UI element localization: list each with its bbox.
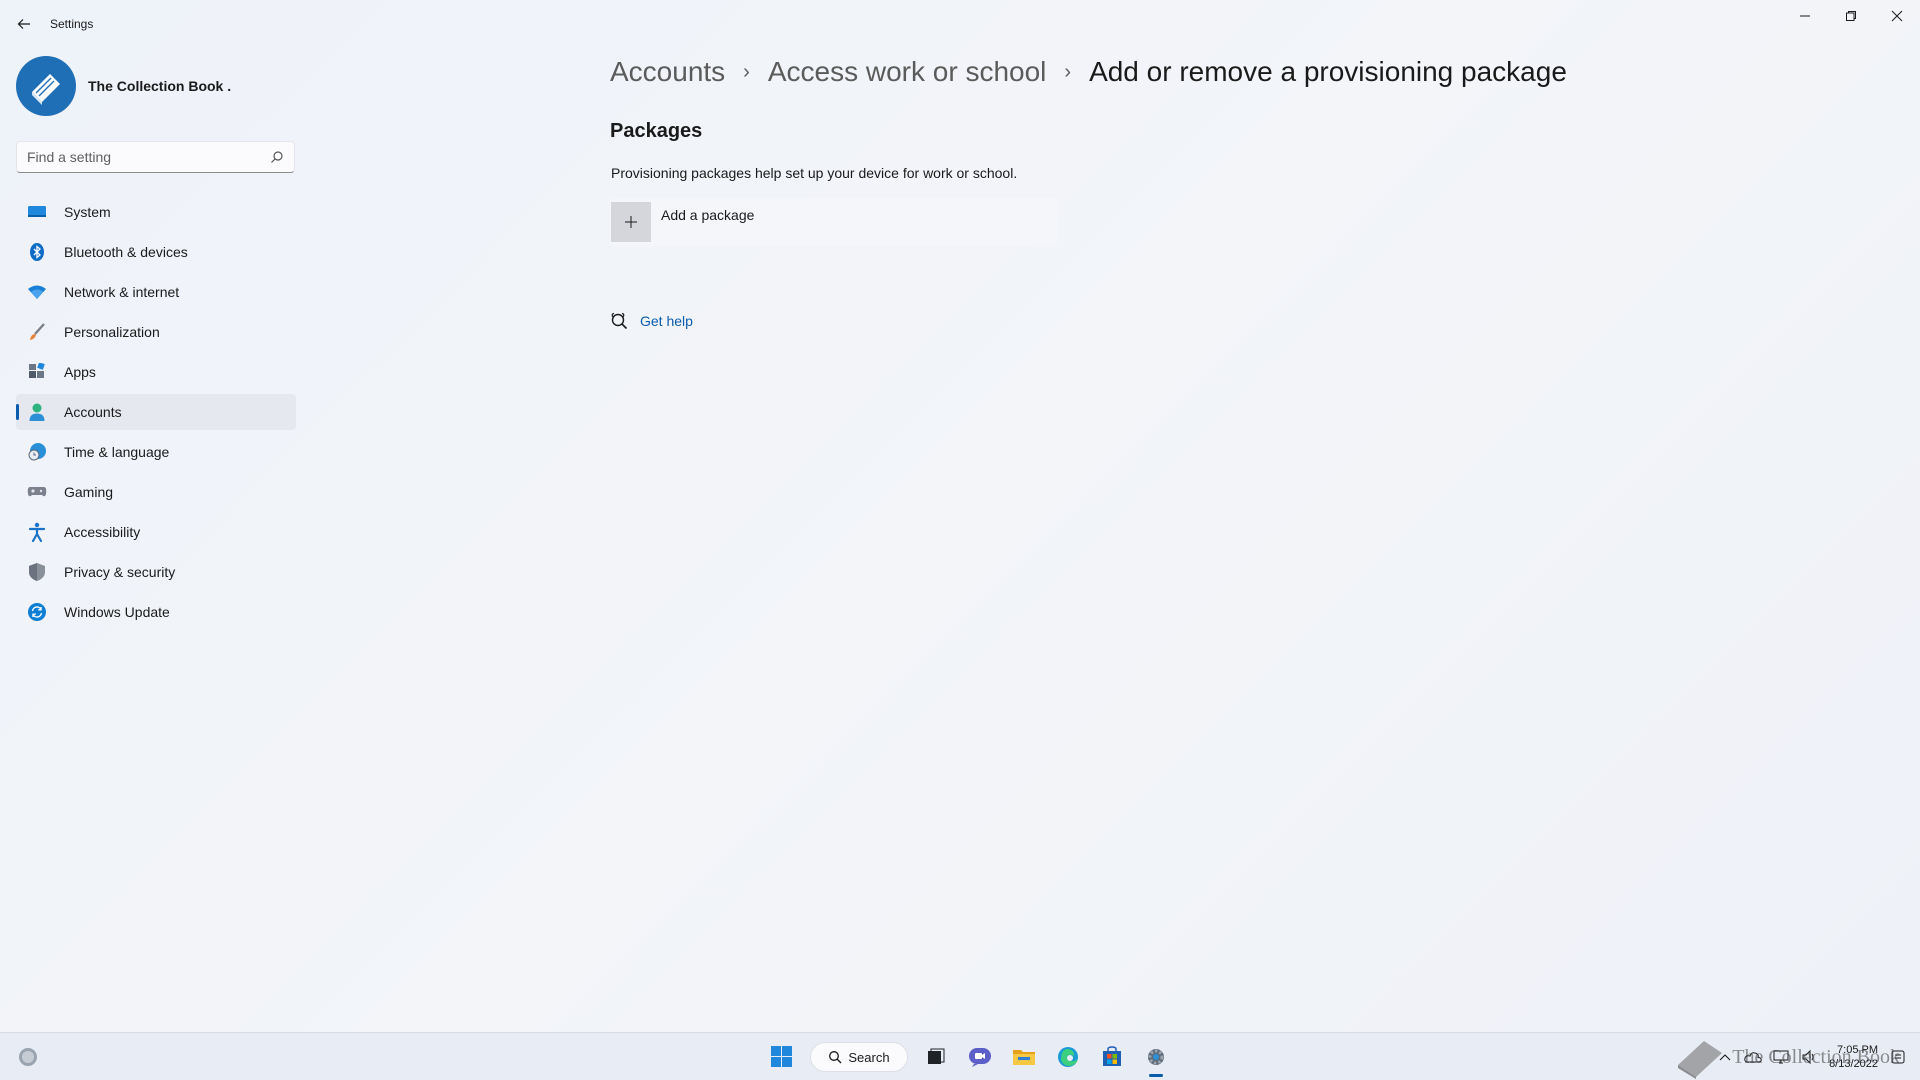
taskbar-apps: Search (760, 1037, 1178, 1077)
taskbar: Search 7:05 PM 8/13/2022 The Collection … (0, 1032, 1920, 1080)
chat-icon (969, 1048, 991, 1067)
store-button[interactable] (1092, 1037, 1132, 1077)
folder-icon (1013, 1050, 1035, 1065)
taskbar-search-button[interactable]: Search (810, 1042, 908, 1072)
help-icon (611, 312, 628, 330)
add-package-label: Add a package (661, 207, 755, 223)
sidebar-item-label: Personalization (64, 324, 160, 340)
restore-button[interactable] (1828, 0, 1874, 32)
edge-button[interactable] (1048, 1037, 1088, 1077)
sidebar-item-accounts[interactable]: Accounts (16, 394, 296, 430)
book-watermark-icon (1678, 1041, 1723, 1079)
sidebar-nav: System Bluetooth & devices Network & int… (16, 194, 296, 634)
sidebar-item-windows-update[interactable]: Windows Update (16, 594, 296, 630)
sidebar-item-accessibility[interactable]: Accessibility (16, 514, 296, 550)
minimize-button[interactable] (1782, 0, 1828, 32)
person-icon (26, 401, 48, 423)
breadcrumb: Accounts › Access work or school › Add o… (610, 56, 1567, 88)
close-icon (1891, 10, 1903, 22)
brush-icon (26, 321, 48, 343)
user-profile[interactable]: The Collection Book . (16, 56, 231, 116)
sidebar-item-label: Accessibility (64, 524, 141, 540)
store-icon (1103, 1046, 1121, 1066)
restore-icon (1846, 11, 1856, 21)
watermark: The Collection Book (1674, 1035, 1900, 1079)
chevron-right-icon: › (1064, 60, 1072, 83)
wifi-icon (26, 281, 48, 303)
chevron-right-icon: › (743, 60, 750, 83)
globe-clock-icon (26, 441, 48, 463)
taskbar-search-label: Search (848, 1049, 890, 1065)
settings-taskbar-button[interactable] (1136, 1037, 1176, 1077)
page-title: Add or remove a provisioning package (1089, 56, 1567, 87)
search-icon[interactable] (270, 150, 284, 164)
avatar (16, 56, 76, 116)
windows-logo-icon (771, 1046, 792, 1067)
search-box[interactable] (16, 141, 295, 173)
system-icon (26, 201, 48, 223)
sidebar-item-label: Bluetooth & devices (64, 244, 188, 260)
sidebar-item-label: Accounts (64, 404, 122, 420)
get-help-link[interactable]: Get help (640, 313, 693, 329)
sidebar-item-time-language[interactable]: Time & language (16, 434, 296, 470)
settings-window: Settings The Collection Book . Find a se… (0, 0, 1920, 1032)
task-view-icon (928, 1048, 945, 1064)
app-title: Settings (50, 17, 94, 31)
book-icon (32, 74, 60, 105)
breadcrumb-access-work-school[interactable]: Access work or school (768, 56, 1047, 88)
back-button[interactable] (12, 12, 36, 36)
minimize-icon (1800, 15, 1810, 17)
breadcrumb-accounts[interactable]: Accounts (610, 56, 725, 88)
widgets-button[interactable] (16, 1045, 40, 1069)
sidebar-item-label: Windows Update (64, 604, 170, 620)
search-input[interactable] (27, 149, 270, 165)
start-button[interactable] (762, 1037, 802, 1077)
plus-icon (611, 202, 651, 242)
accessibility-icon (26, 521, 48, 543)
sidebar-item-label: Privacy & security (64, 564, 176, 580)
get-help[interactable]: Get help (610, 312, 693, 330)
sidebar-item-personalization[interactable]: Personalization (16, 314, 296, 350)
sidebar-item-bluetooth[interactable]: Bluetooth & devices (16, 234, 296, 270)
edge-icon (1058, 1047, 1078, 1067)
file-explorer-button[interactable] (1004, 1037, 1044, 1077)
task-view-button[interactable] (916, 1037, 956, 1077)
window-controls (1782, 0, 1920, 32)
sidebar-item-gaming[interactable]: Gaming (16, 474, 296, 510)
watermark-text: The Collection Book (1732, 1045, 1900, 1068)
sidebar-item-label: Gaming (64, 484, 114, 500)
update-icon (26, 601, 48, 623)
gear-icon (1148, 1049, 1164, 1065)
shield-icon (26, 561, 48, 583)
sidebar-item-label: Apps (64, 364, 96, 380)
sidebar-item-system[interactable]: System (16, 194, 296, 230)
sidebar-item-privacy-security[interactable]: Privacy & security (16, 554, 296, 590)
packages-description: Provisioning packages help set up your d… (611, 165, 1018, 181)
weather-icon (19, 1048, 37, 1066)
close-button[interactable] (1874, 0, 1920, 32)
add-package-button[interactable]: Add a package (610, 198, 1058, 246)
bluetooth-icon (26, 241, 48, 263)
gamepad-icon (26, 481, 48, 503)
packages-heading: Packages (610, 120, 703, 142)
back-arrow-icon (17, 19, 30, 29)
chat-button[interactable] (960, 1037, 1000, 1077)
profile-name: The Collection Book . (88, 78, 232, 94)
sidebar-item-network[interactable]: Network & internet (16, 274, 296, 310)
sidebar-item-label: Network & internet (64, 284, 180, 300)
title-bar: Settings (0, 0, 1920, 48)
sidebar-item-label: Time & language (64, 444, 170, 460)
search-icon (829, 1051, 842, 1064)
apps-icon (26, 361, 48, 383)
sidebar-item-apps[interactable]: Apps (16, 354, 296, 390)
sidebar-item-label: System (64, 204, 111, 220)
